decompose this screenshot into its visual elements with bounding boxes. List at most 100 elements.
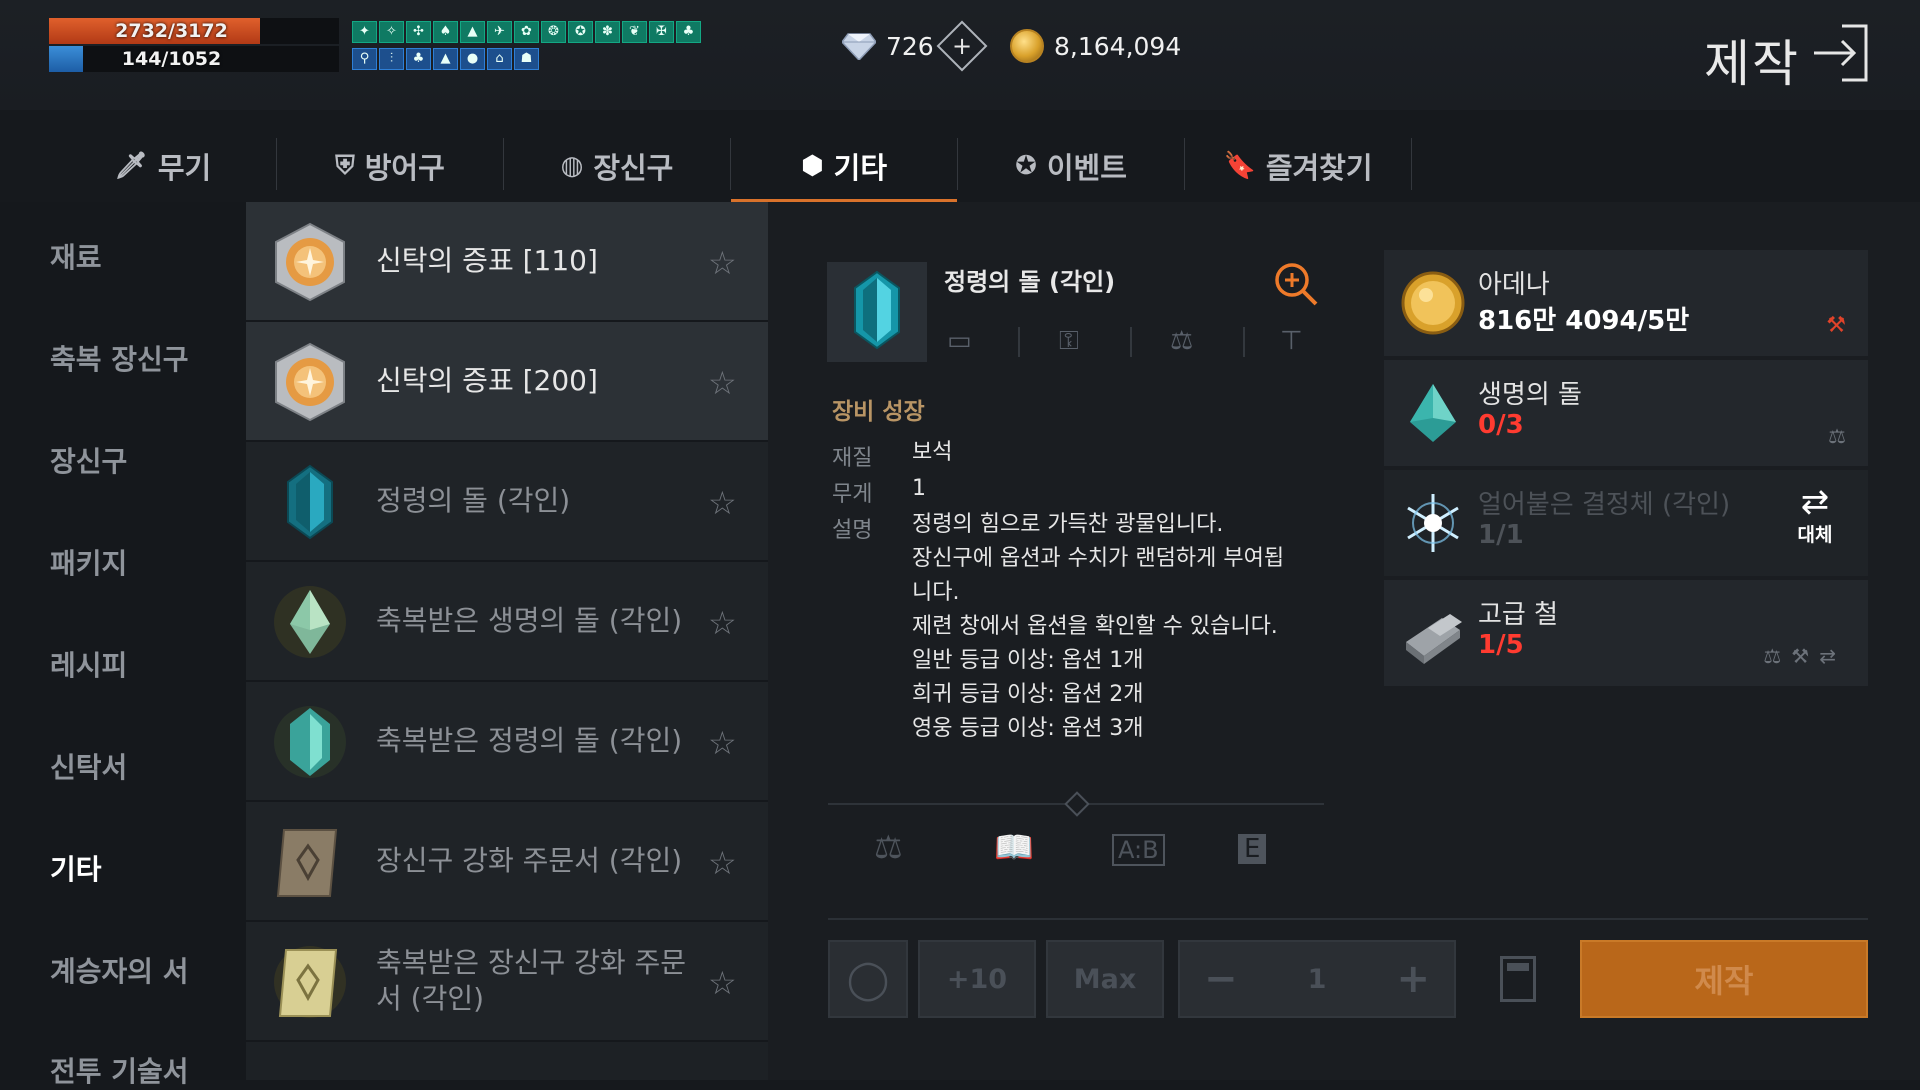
description-label: 설명: [832, 518, 873, 543]
scale-icon[interactable]: ⚖: [874, 828, 903, 866]
oracle-token-icon: [275, 342, 345, 422]
zoom-in-icon[interactable]: [1272, 260, 1320, 308]
quantity-stepper[interactable]: − 1 +: [1178, 940, 1456, 1018]
minus-icon[interactable]: −: [1204, 956, 1238, 1002]
tab-label: 방어구: [364, 151, 445, 185]
buff-icon[interactable]: ❂: [541, 21, 566, 43]
sidebar-item-package[interactable]: 패키지: [50, 542, 127, 582]
hp-text: 2732/3172: [115, 20, 228, 42]
buff-icon[interactable]: ❦: [622, 21, 647, 43]
add-diamond-button[interactable]: +: [936, 20, 988, 72]
tab-divider: [1411, 138, 1412, 190]
plus10-button[interactable]: +10: [918, 940, 1036, 1018]
list-item[interactable]: 축복받은 장신구 강화 주문서 (각인) ☆: [246, 922, 768, 1042]
sidebar-item-accessory[interactable]: 장신구: [50, 440, 127, 480]
favorite-star-icon[interactable]: ☆: [708, 604, 737, 642]
list-item[interactable]: 축복받은 생명의 돌 (각인) ☆: [246, 562, 768, 682]
compare-ab-icon[interactable]: A:B: [1112, 834, 1165, 866]
tab-event[interactable]: ✪ 이벤트: [958, 130, 1184, 202]
material-item[interactable]: 얼어붙은 결정체 (각인) 1/1 ⇄ 대체: [1384, 470, 1868, 576]
favorite-star-icon[interactable]: ☆: [708, 964, 737, 1002]
enchant-e-icon[interactable]: E: [1238, 834, 1267, 864]
description-line: 제련 창에서 옵션을 확인할 수 있습니다.: [912, 614, 1278, 639]
trade-scale-icon: ⚖: [1828, 424, 1846, 448]
material-item[interactable]: 생명의 돌 0/3 ⚖: [1384, 360, 1868, 466]
tab-accessory[interactable]: ◍ 장신구: [504, 130, 730, 202]
buff-icon[interactable]: ▲: [433, 48, 458, 70]
substitute-button[interactable]: ⇄ 대체: [1780, 484, 1850, 547]
sidebar-item-successor-book[interactable]: 계승자의 서: [50, 950, 189, 990]
buff-icon[interactable]: ⚲: [352, 48, 377, 70]
favorite-star-icon[interactable]: ☆: [708, 364, 737, 402]
sidebar-item-materials[interactable]: 재료: [50, 236, 102, 276]
scroll-icon: [276, 829, 338, 897]
tab-label: 즐겨찾기: [1265, 151, 1373, 185]
list-item[interactable]: 정령의 돌 (각인) ☆: [246, 442, 768, 562]
list-item[interactable]: 장신구 강화 주문서 (각인) ☆: [246, 802, 768, 922]
lock-icon: ⚿: [1059, 326, 1079, 356]
sidebar-item-combat-skillbook[interactable]: 전투 기술서: [50, 1050, 189, 1090]
tab-armor[interactable]: ⛨ 방어구: [277, 130, 503, 202]
quantity-value[interactable]: 1: [1308, 964, 1327, 995]
favorite-star-icon[interactable]: ☆: [708, 844, 737, 882]
material-count: 1/1: [1478, 520, 1524, 550]
section-title: 장비 성장: [832, 399, 925, 425]
description-line: 영웅 등급 이상: 옵션 3개: [912, 716, 1144, 741]
tab-etc[interactable]: ⬢ 기타: [731, 130, 957, 202]
status-icons: ⚖⚒⇄: [1763, 644, 1846, 668]
craft-button[interactable]: 제작: [1580, 940, 1868, 1018]
buff-icon[interactable]: ♣: [406, 48, 431, 70]
item-name: 축복받은 정령의 돌 (각인): [376, 724, 683, 757]
description-text: 정령의 힘으로 가득찬 광물입니다. 장신구에 옵션과 수치가 랜덤하게 부여됩…: [912, 508, 1332, 746]
buff-icon[interactable]: ✽: [595, 21, 620, 43]
list-item[interactable]: 축복받은 정령의 돌 (각인) ☆: [246, 682, 768, 802]
material-count: 0/3: [1478, 410, 1524, 440]
item-name: 신탁의 증표 [110]: [376, 244, 598, 277]
buff-icon[interactable]: ☗: [514, 48, 539, 70]
sidebar-item-oracle-book[interactable]: 신탁서: [50, 746, 127, 786]
recipe-list: 신탁의 증표 [110] ☆ 신탁의 증표 [200] ☆ 정령의 돌 (각인)…: [246, 202, 768, 1080]
buff-icon[interactable]: ♠: [433, 21, 458, 43]
material-item[interactable]: 고급 철 1/5 ⚖⚒⇄: [1384, 580, 1868, 686]
weight-value: 1: [912, 476, 926, 501]
reset-button[interactable]: ◯: [828, 940, 908, 1018]
favorite-star-icon[interactable]: ☆: [708, 484, 737, 522]
list-item[interactable]: 신탁의 증표 [200] ☆: [246, 322, 768, 442]
buff-icon[interactable]: ⌂: [487, 48, 512, 70]
favorite-star-icon[interactable]: ☆: [708, 724, 737, 762]
buff-icon[interactable]: ✈: [487, 21, 512, 43]
buff-icon[interactable]: ●: [460, 48, 485, 70]
buff-icon[interactable]: ✣: [406, 21, 431, 43]
buff-row-1: ✦ ✧ ✣ ♠ ▲ ✈ ✿ ❂ ✪ ✽ ❦ ✠ ♣: [352, 21, 701, 43]
buff-icon[interactable]: ✿: [514, 21, 539, 43]
adena-coin-icon: [1010, 29, 1044, 63]
buff-icon[interactable]: ▲: [460, 21, 485, 43]
buff-icon[interactable]: ⫶: [379, 48, 404, 70]
life-stone-icon: [1410, 384, 1456, 442]
buff-icon[interactable]: ✠: [649, 21, 674, 43]
book-icon[interactable]: 📖: [994, 828, 1034, 866]
material-value: 보석: [912, 440, 953, 465]
calculator-icon[interactable]: [1500, 956, 1536, 1002]
buff-icon[interactable]: ✦: [352, 21, 377, 43]
tab-favorites[interactable]: 🔖 즐겨찾기: [1185, 130, 1411, 202]
sidebar-item-blessed-accessory[interactable]: 축복 장신구: [50, 338, 189, 378]
buff-icon[interactable]: ♣: [676, 21, 701, 43]
favorite-star-icon[interactable]: ☆: [708, 244, 737, 282]
max-button[interactable]: Max: [1046, 940, 1164, 1018]
adena-amount: 8,164,094: [1054, 31, 1182, 61]
list-item[interactable]: 신탁의 증표 [110] ☆: [246, 202, 768, 322]
material-item[interactable]: 아데나 816만 4094/5만 ⚒: [1384, 250, 1868, 356]
buff-icon[interactable]: ✪: [568, 21, 593, 43]
plus-icon[interactable]: +: [1396, 956, 1430, 1002]
divider: [1018, 327, 1020, 357]
material-label: 재질: [832, 446, 873, 471]
tab-weapon[interactable]: 🗡 무기: [50, 130, 276, 202]
sidebar-item-etc[interactable]: 기타: [50, 848, 102, 888]
buff-icon[interactable]: ✧: [379, 21, 404, 43]
exit-button[interactable]: [1808, 22, 1870, 84]
frozen-crystal-icon: [1407, 494, 1459, 552]
hp-bar: 2732/3172: [49, 18, 339, 44]
sidebar-item-recipe[interactable]: 레시피: [50, 644, 127, 684]
diamond-amount: 726: [886, 31, 934, 61]
